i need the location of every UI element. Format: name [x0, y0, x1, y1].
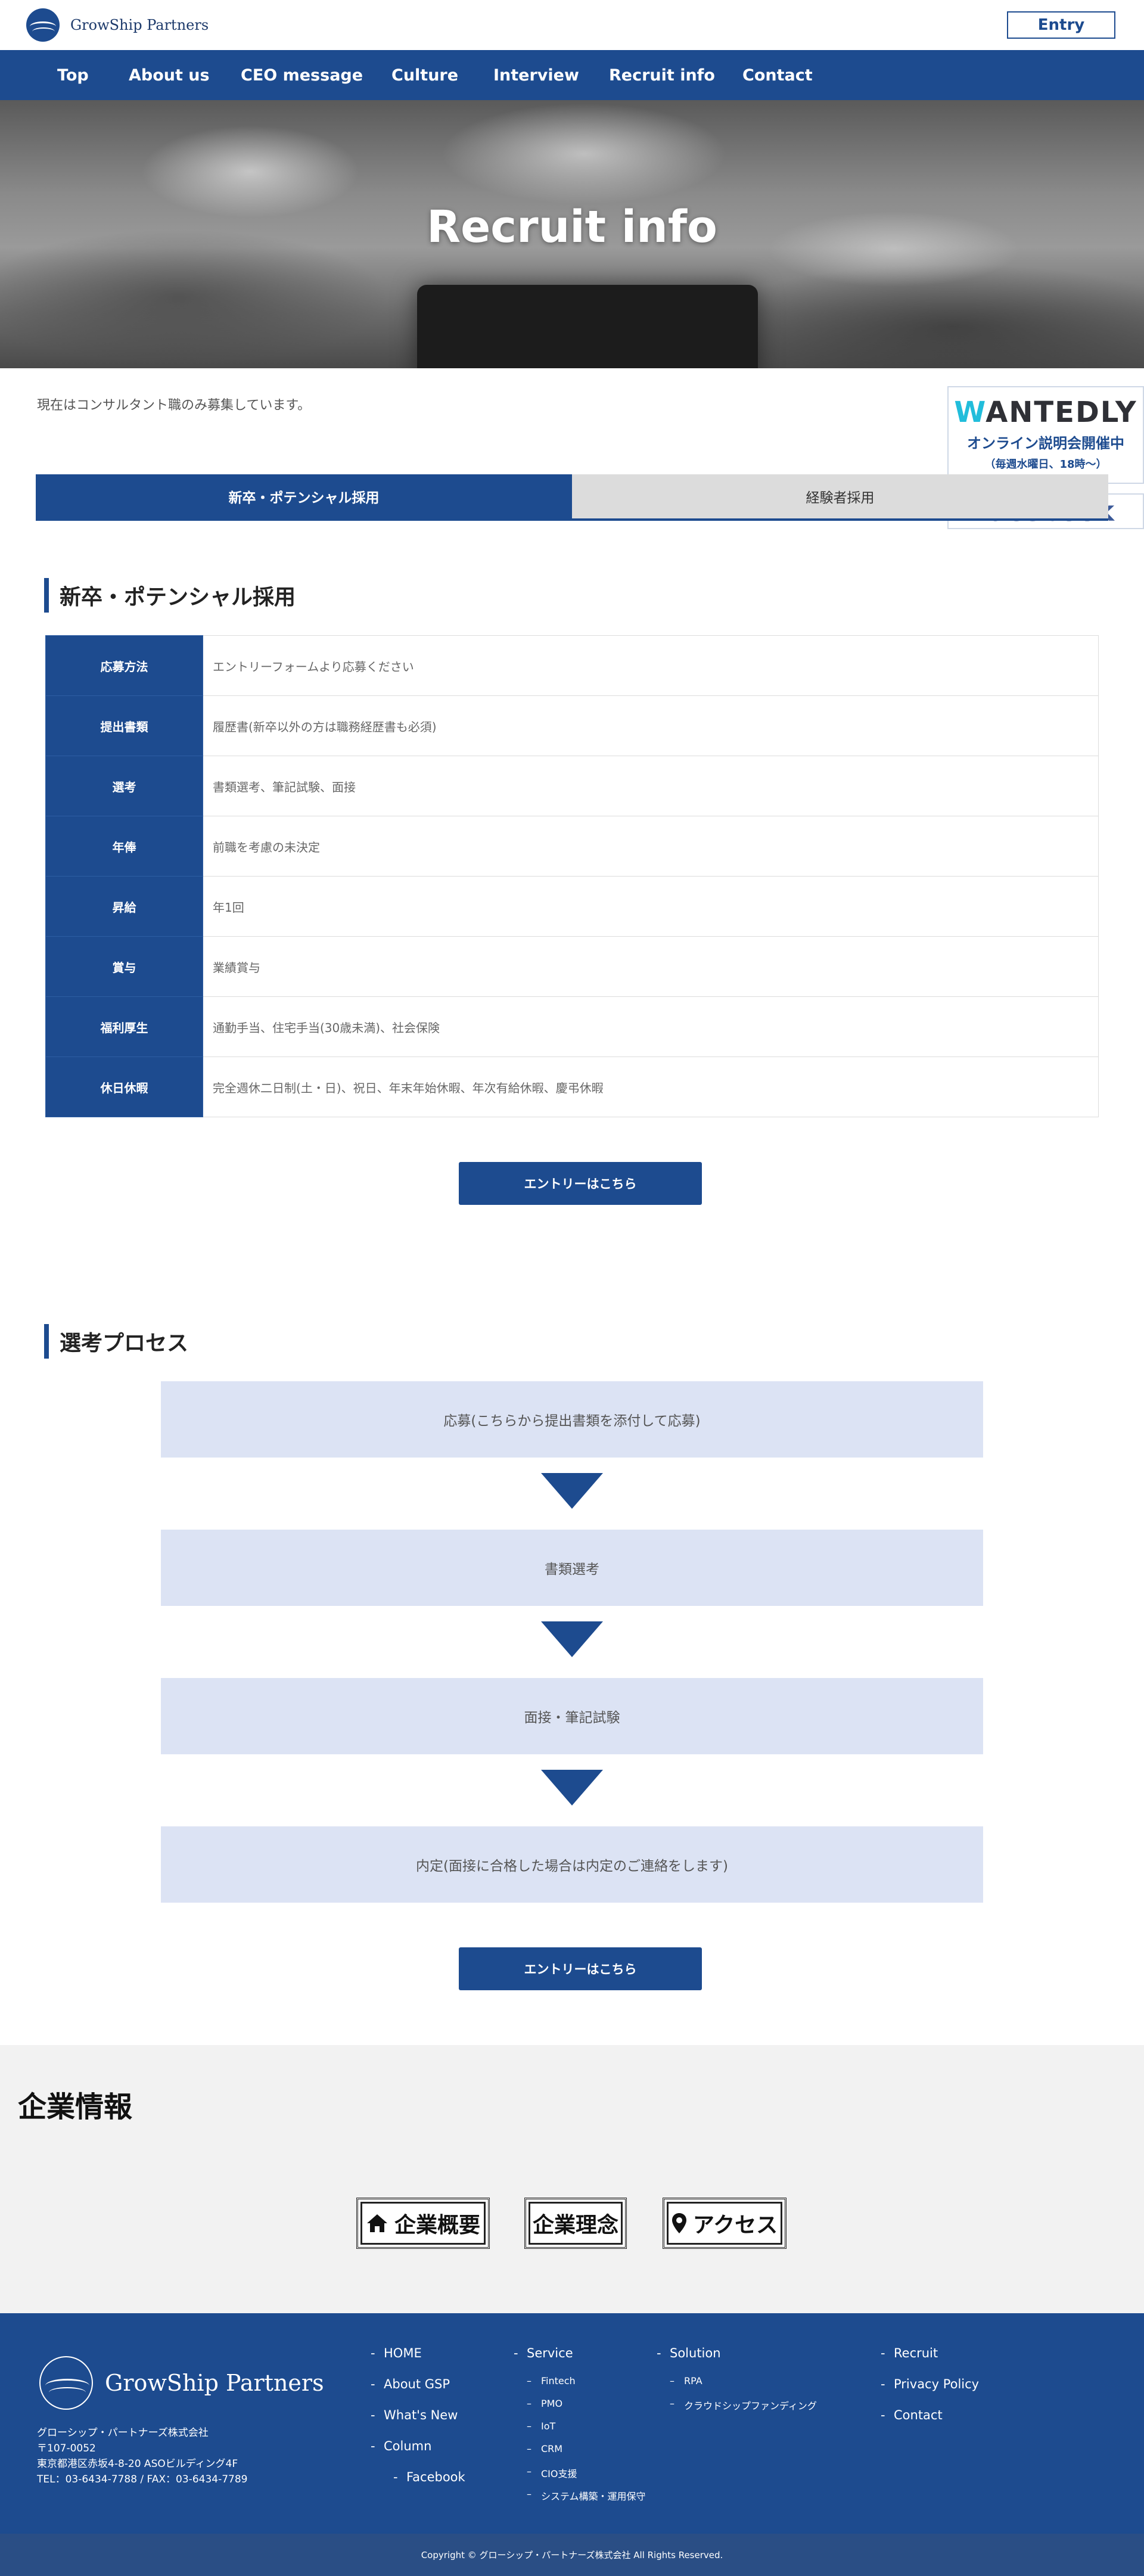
footer-sublink-fintech[interactable]: Fintech [527, 2375, 576, 2387]
street-address: 東京都港区赤坂4-8-20 ASOビルディング4F [37, 2458, 238, 2470]
logo-icon [26, 8, 60, 42]
access-label: アクセス [692, 2213, 778, 2238]
footer-sublink-iot[interactable]: IoT [527, 2420, 556, 2432]
postal-code: 〒107-0052 [37, 2443, 96, 2454]
footer-address: グローシップ・パートナーズ株式会社 〒107-0052 東京都港区赤坂4-8-2… [37, 2425, 247, 2487]
company-overview-button[interactable]: 企業概要 [356, 2198, 490, 2249]
wantedly-logo: WANTEDLY [954, 396, 1137, 429]
row-value: 完全週休二日制(土・日)、祝日、年末年始休暇、年次有給休暇、慶弔休暇 [203, 1056, 1099, 1117]
nav-item-interview[interactable]: Interview [493, 50, 579, 100]
footer-sublink-system[interactable]: システム構築・運用保守 [527, 2488, 645, 2503]
row-value: エントリーフォームより応募ください [203, 635, 1099, 696]
chevron-down-icon [541, 1473, 603, 1509]
access-button[interactable]: アクセス [663, 2198, 786, 2249]
company-info-section: 企業情報 企業概要 企業理念 アクセス [0, 2045, 1144, 2313]
process-step: 書類選考 [161, 1530, 983, 1606]
phone-fax: TEL：03-6434-7788 / FAX：03-6434-7789 [37, 2474, 248, 2485]
wantedly-banner[interactable]: WANTEDLY オンライン説明会開催中 （毎週水曜日、18時〜） [947, 386, 1144, 484]
recruit-tabs: 新卒・ポテンシャル採用 経験者採用 [36, 474, 1108, 521]
footer-link-home[interactable]: HOME [371, 2346, 422, 2360]
tab-new-graduate[interactable]: 新卒・ポテンシャル採用 [36, 474, 572, 518]
footer-sublink-cio[interactable]: CIO支援 [527, 2466, 577, 2480]
nav-item-top[interactable]: Top [57, 50, 89, 100]
footer-sublink-pmo[interactable]: PMO [527, 2398, 562, 2409]
footer-link-service[interactable]: Service [514, 2346, 573, 2360]
row-label: 賞与 [45, 936, 203, 997]
table-row: 福利厚生 通勤手当、住宅手当(30歳未満)、社会保険 [45, 996, 1099, 1057]
company-info-title: 企業情報 [18, 2090, 133, 2124]
site-logo[interactable]: GrowShip Partners [26, 8, 209, 42]
requirements-table: 応募方法 エントリーフォームより応募ください 提出書類 履歴書(新卒以外の方は職務経… [45, 635, 1099, 1117]
row-value: 書類選考、筆記試験、面接 [203, 756, 1099, 816]
home-icon [366, 2214, 387, 2232]
row-value: 履歴書(新卒以外の方は職務経歴書も必須) [203, 695, 1099, 756]
logo-text: GrowShip Partners [70, 17, 209, 33]
wantedly-event-text: オンライン説明会開催中 [967, 435, 1124, 452]
chevron-down-icon [541, 1621, 603, 1657]
process-step: 内定(面接に合格した場合は内定のご連絡をします) [161, 1826, 983, 1903]
row-label: 応募方法 [45, 635, 203, 696]
process-step: 面接・筆記試験 [161, 1678, 983, 1754]
table-row: 年俸 前職を考慮の未決定 [45, 816, 1099, 877]
main-nav: Top About us CEO message Culture Intervi… [0, 50, 1144, 100]
chevron-down-icon [541, 1770, 603, 1806]
nav-item-contact[interactable]: Contact [742, 50, 813, 100]
table-row: 選考 書類選考、筆記試験、面接 [45, 756, 1099, 816]
footer-link-privacy[interactable]: Privacy Policy [881, 2377, 979, 2391]
row-label: 休日休暇 [45, 1056, 203, 1117]
table-row: 応募方法 エントリーフォームより応募ください [45, 635, 1099, 696]
footer-logo[interactable]: GrowShip Partners [39, 2356, 324, 2410]
table-row: 提出書類 履歴書(新卒以外の方は職務経歴書も必須) [45, 695, 1099, 756]
site-footer: GrowShip Partners グローシップ・パートナーズ株式会社 〒107… [0, 2313, 1144, 2534]
wantedly-schedule-text: （毎週水曜日、18時〜） [984, 458, 1107, 471]
footer-logo-text: GrowShip Partners [105, 2370, 324, 2396]
footer-sublink-crm[interactable]: CRM [527, 2443, 562, 2454]
process-heading: 選考プロセス [44, 1324, 188, 1359]
requirements-heading: 新卒・ポテンシャル採用 [44, 578, 296, 613]
footer-link-recruit[interactable]: Recruit [881, 2346, 938, 2360]
copyright: Copyright © グローシップ・パートナーズ株式会社 All Rights… [0, 2534, 1144, 2576]
row-label: 選考 [45, 756, 203, 816]
entry-button[interactable]: Entry [1007, 11, 1115, 39]
table-row: 休日休暇 完全週休二日制(土・日)、祝日、年末年始休暇、年次有給休暇、慶弔休暇 [45, 1056, 1099, 1117]
nav-item-about-us[interactable]: About us [129, 50, 210, 100]
footer-link-solution[interactable]: Solution [657, 2346, 720, 2360]
hero-banner: Recruit info [0, 100, 1144, 368]
footer-sublink-rpa[interactable]: RPA [670, 2375, 702, 2387]
row-label: 昇給 [45, 876, 203, 937]
page-title: Recruit info [427, 201, 717, 253]
map-pin-icon [672, 2213, 686, 2233]
footer-link-about[interactable]: About GSP [371, 2377, 450, 2391]
intro-text: 現在はコンサルタント職のみ募集しています。 [37, 398, 311, 413]
company-name: グローシップ・パートナーズ株式会社 [37, 2427, 209, 2439]
company-philosophy-button[interactable]: 企業理念 [524, 2198, 627, 2249]
tab-experienced[interactable]: 経験者採用 [572, 474, 1108, 518]
top-header: GrowShip Partners Entry [0, 0, 1144, 50]
footer-link-news[interactable]: What's New [371, 2408, 458, 2422]
footer-link-column[interactable]: Column [371, 2439, 432, 2453]
table-row: 昇給 年1回 [45, 876, 1099, 937]
company-philosophy-label: 企業理念 [532, 2213, 618, 2238]
row-value: 通勤手当、住宅手当(30歳未満)、社会保険 [203, 996, 1099, 1057]
process-step: 応募(こちらから提出書類を添付して応募) [161, 1381, 983, 1458]
entry-cta-button[interactable]: エントリーはこちら [459, 1162, 702, 1205]
row-label: 福利厚生 [45, 996, 203, 1057]
nav-item-culture[interactable]: Culture [391, 50, 458, 100]
company-overview-label: 企業概要 [394, 2213, 480, 2238]
row-value: 業績賞与 [203, 936, 1099, 997]
entry-cta-button-bottom[interactable]: エントリーはこちら [459, 1947, 702, 1990]
hero-laptop-image [417, 285, 758, 368]
logo-icon [39, 2356, 93, 2410]
table-row: 賞与 業績賞与 [45, 936, 1099, 997]
row-label: 提出書類 [45, 695, 203, 756]
nav-item-ceo-message[interactable]: CEO message [241, 50, 363, 100]
row-value: 年1回 [203, 876, 1099, 937]
row-value: 前職を考慮の未決定 [203, 816, 1099, 877]
row-label: 年俸 [45, 816, 203, 877]
footer-link-contact[interactable]: Contact [881, 2408, 943, 2422]
footer-link-facebook[interactable]: Facebook [393, 2470, 465, 2484]
nav-item-recruit-info[interactable]: Recruit info [609, 50, 715, 100]
footer-sublink-cloudship[interactable]: クラウドシップファンディング [670, 2398, 817, 2412]
